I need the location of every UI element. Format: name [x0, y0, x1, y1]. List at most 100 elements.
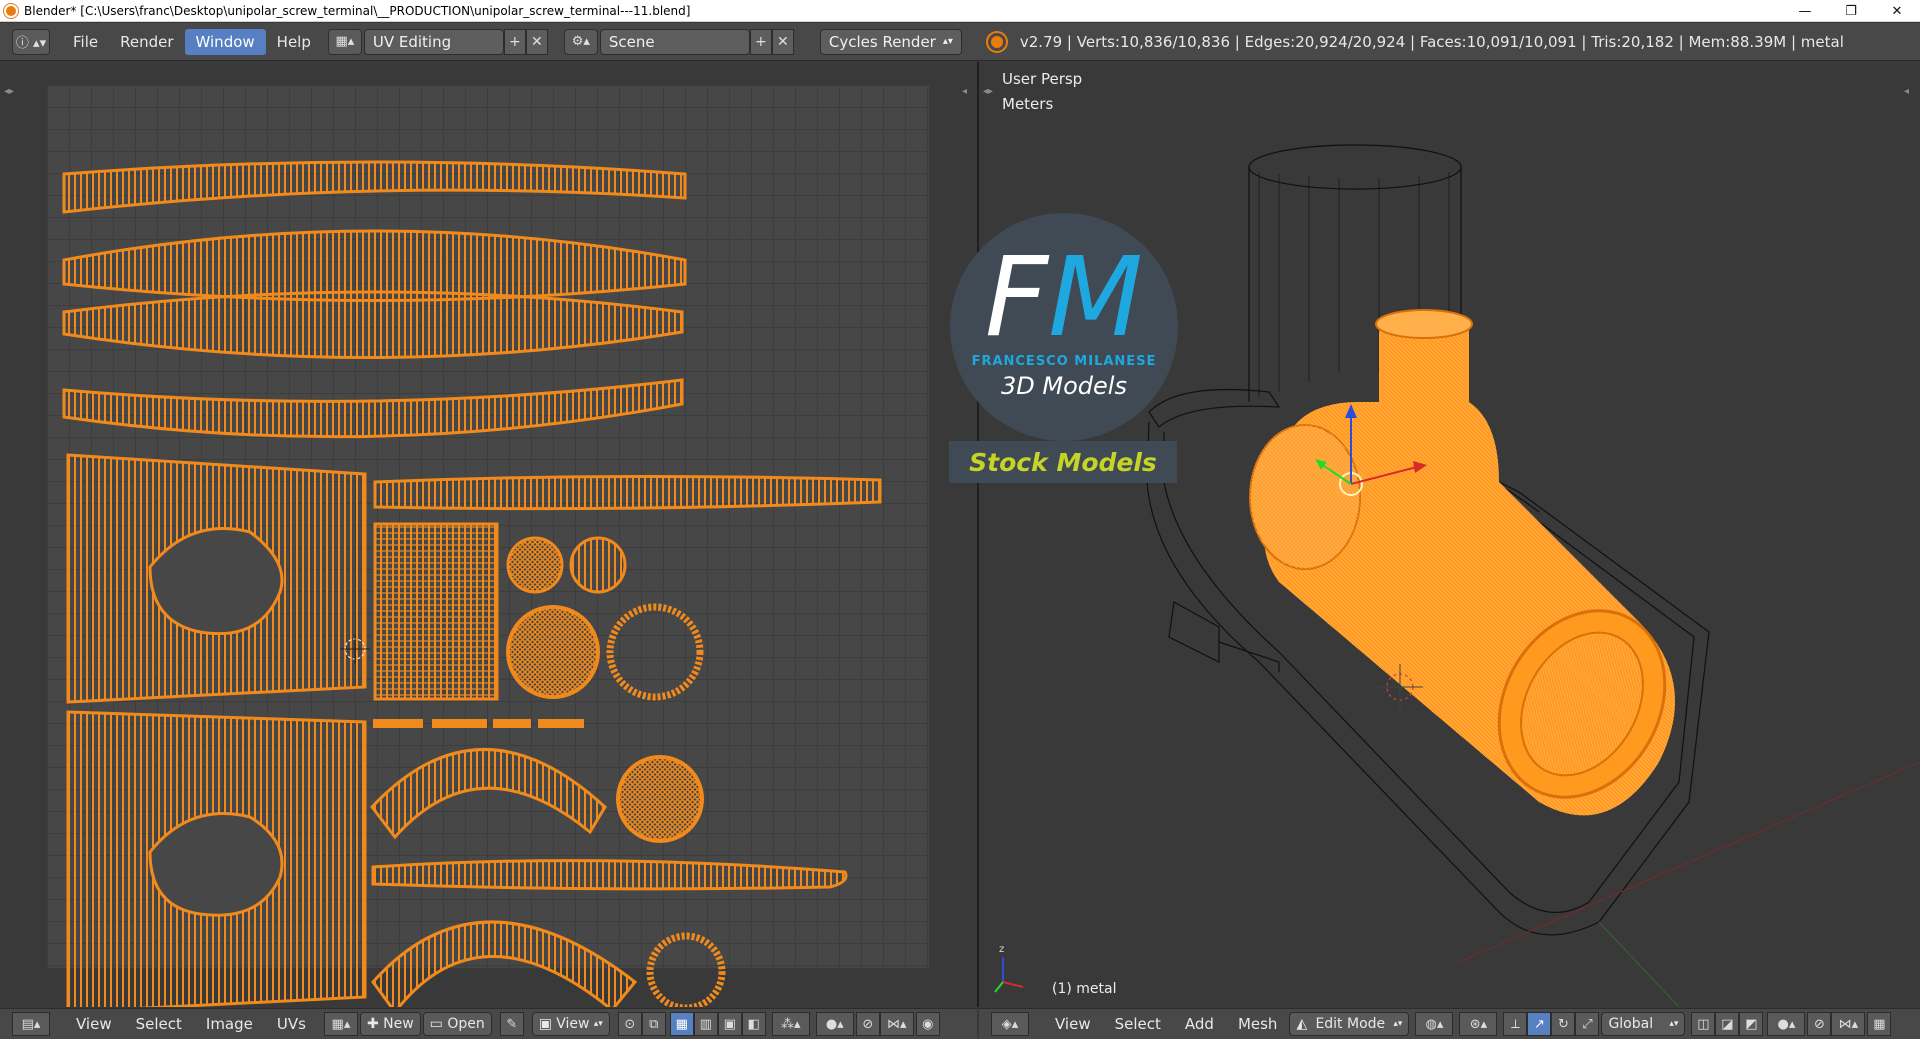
y-axis-line [1598, 921, 1680, 1007]
orientation-label: Global [1608, 1016, 1654, 1032]
view-mode-label: View [556, 1016, 590, 1032]
view-mode-select[interactable]: ▣ View ▴▾ [531, 1012, 610, 1036]
logo-subtitle: 3D Models [1001, 372, 1127, 400]
uv-circle-mesh [616, 755, 704, 843]
snap-target-icon[interactable]: ⋈▴ [1831, 1012, 1866, 1036]
uv-arc-2 [371, 920, 638, 1007]
menu-help[interactable]: Help [266, 29, 322, 55]
blender-icon [987, 32, 1006, 51]
snap-toggle-icon[interactable]: ⊘ [1807, 1012, 1832, 1036]
close-button[interactable]: ✕ [1874, 0, 1920, 22]
3d-viewport-header: ◈▴ View Select Add Mesh ◭ Edit Mode ▴▾ ◍▴ … [979, 1008, 1920, 1039]
remove-scene-icon[interactable]: ✕ [771, 28, 794, 55]
axis-gizmo-icon: z [994, 944, 1024, 993]
editor-type-3d-icon[interactable]: ◈▴ [991, 1012, 1029, 1036]
blender-logo-icon [4, 3, 18, 18]
view-mode-icon: ▣ [538, 1016, 552, 1032]
orientation-select[interactable]: Global ▴▾ [1601, 1012, 1686, 1036]
translate-manipulator-icon[interactable]: ↗ [1527, 1012, 1552, 1036]
pin-icon[interactable]: ✎ [499, 1012, 524, 1036]
window-titlebar: Blender* [C:\Users\franc\Desktop\unipola… [0, 0, 1920, 22]
viewport-shading-icon[interactable]: ◍▴ [1415, 1012, 1454, 1036]
add-scene-icon[interactable]: + [749, 28, 772, 55]
scene-stats: v2.79 | Verts:10,836/10,836 | Edges:20,9… [1019, 32, 1844, 51]
chevron-updown-icon: ▴▾ [942, 36, 953, 47]
face-select-mode-icon[interactable]: ◩ [1739, 1012, 1764, 1036]
uv-menu-select[interactable]: Select [124, 1015, 194, 1033]
menu-file[interactable]: File [62, 29, 109, 55]
svg-text:z: z [999, 944, 1004, 955]
vertex-select-mode-icon[interactable]: ◫ [1691, 1012, 1716, 1036]
menu-window[interactable]: Window [184, 28, 266, 55]
new-image-button[interactable]: ✚ New [359, 1012, 421, 1036]
mode-label: Edit Mode [1315, 1016, 1386, 1032]
logo-name: FRANCESCO MILANESE [971, 354, 1157, 369]
uv-image-editor[interactable]: ◂▸ ◂ [0, 62, 977, 1007]
render-slot-icon[interactable]: ◉ [915, 1012, 940, 1036]
viewport-menu-view[interactable]: View [1043, 1015, 1103, 1033]
logo-initial-f: F [984, 233, 1049, 361]
viewport-menu-add[interactable]: Add [1173, 1015, 1226, 1033]
open-label: Open [447, 1016, 485, 1032]
add-layout-icon[interactable]: + [503, 28, 526, 55]
pivot-icon[interactable]: ⊙ [617, 1012, 642, 1036]
screen-layout-icon[interactable]: ▦▴ [327, 28, 362, 55]
render-engine-label: Cycles Render [828, 32, 936, 51]
uv-arc-1 [370, 748, 607, 840]
3d-viewport[interactable]: User Persp Meters ◂▸ ◂ z (1) metal [979, 62, 1920, 1007]
watermark-logo: FM FRANCESCO MILANESE 3D Models [949, 212, 1179, 442]
face-select-icon[interactable]: ▣ [717, 1012, 742, 1036]
render-preview-icon[interactable]: ▦ [1867, 1012, 1892, 1036]
maximize-button[interactable]: ❐ [1828, 0, 1874, 22]
uv-square-grid [373, 522, 499, 701]
snap-element-icon[interactable]: ⋈▴ [879, 1012, 914, 1036]
proportional-editing-icon[interactable]: ●▴ [1767, 1012, 1806, 1036]
manipulator-toggle-icon[interactable]: ⟂ [1503, 1012, 1528, 1036]
editor-type-uv-icon[interactable]: ▤▴ [12, 1012, 50, 1036]
render-engine-select[interactable]: Cycles Render ▴▾ [819, 28, 962, 55]
uv-strip-5 [373, 474, 882, 511]
uv-ring [646, 932, 726, 1007]
stock-models-banner: Stock Models [949, 441, 1177, 483]
menu-render[interactable]: Render [109, 29, 184, 55]
uv-strip-4 [62, 378, 684, 439]
minimize-button[interactable]: — [1782, 0, 1828, 22]
active-object-label: (1) metal [1052, 981, 1117, 997]
logo-initial-m: M [1048, 233, 1144, 361]
remove-layout-icon[interactable]: ✕ [525, 28, 548, 55]
rotate-manipulator-icon[interactable]: ↻ [1551, 1012, 1576, 1036]
editor-type-info-icon[interactable]: ⓘ ▴▾ [12, 28, 50, 55]
sync-selection-icon[interactable]: ⧉ [641, 1012, 666, 1036]
viewport-menu-mesh[interactable]: Mesh [1226, 1015, 1290, 1033]
new-label: New [383, 1016, 414, 1032]
snap-icon[interactable]: ⊘ [855, 1012, 880, 1036]
edit-mode-icon: ◭ [1296, 1016, 1308, 1032]
open-image-button[interactable]: ▭ Open [422, 1012, 492, 1036]
mesh-wireframe[interactable]: z [979, 62, 1920, 1007]
sticky-select-icon[interactable]: ⁂▴ [771, 1012, 810, 1036]
uv-menu-view[interactable]: View [64, 1015, 124, 1033]
mode-select[interactable]: ◭ Edit Mode ▴▾ [1289, 1012, 1410, 1036]
scale-manipulator-icon[interactable]: ⤢ [1575, 1012, 1600, 1036]
folder-icon: ▭ [429, 1016, 448, 1032]
island-select-icon[interactable]: ◧ [741, 1012, 766, 1036]
screen-layout-field[interactable]: UV Editing [363, 28, 504, 55]
uv-islands[interactable] [0, 62, 977, 1007]
scene-icon[interactable]: ⚙▴ [563, 28, 598, 55]
uv-strip-3 [62, 290, 684, 360]
proportional-edit-icon[interactable]: ●▴ [815, 1012, 854, 1036]
uv-menu-image[interactable]: Image [194, 1015, 265, 1033]
vertex-select-icon[interactable]: ▦ [669, 1012, 694, 1036]
image-browse-icon[interactable]: ▦▴ [323, 1012, 358, 1036]
uv-editor-header: ▤▴ View Select Image UVs ▦▴ ✚ New ▭ Open… [0, 1008, 977, 1039]
uv-panel-bottom [66, 710, 367, 1007]
edge-select-mode-icon[interactable]: ◪ [1715, 1012, 1740, 1036]
pivot-point-icon[interactable]: ⊛▴ [1459, 1012, 1498, 1036]
selected-mesh [1249, 309, 1675, 816]
uv-strip-2 [62, 229, 687, 302]
uv-panel-top [66, 453, 367, 704]
viewport-menu-select[interactable]: Select [1103, 1015, 1173, 1033]
uv-menu-uvs[interactable]: UVs [265, 1015, 318, 1033]
edge-select-icon[interactable]: ▥ [693, 1012, 718, 1036]
scene-field[interactable]: Scene [599, 28, 750, 55]
